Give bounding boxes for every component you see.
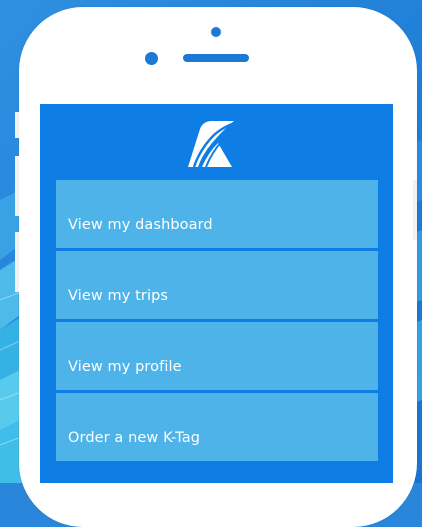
app-screen: View my dashboard View my trips View my … [40,104,393,483]
menu-item-profile[interactable]: View my profile [56,322,378,390]
menu-item-label: View my profile [68,359,182,375]
menu-item-label: Order a new K-Tag [68,430,201,446]
menu-item-trips[interactable]: View my trips [56,251,378,319]
front-camera-icon [211,27,221,37]
menu-item-label: View my dashboard [68,217,213,233]
menu-item-order-ktag[interactable]: Order a new K-Tag [56,393,378,461]
k-logo-icon [188,120,239,167]
sensor-icon [145,52,158,65]
menu-item-dashboard[interactable]: View my dashboard [56,180,378,248]
menu-item-label: View my trips [68,288,169,304]
phone-side-button-left-1 [15,112,19,138]
speaker-grill [183,54,249,62]
phone-side-button-left-2 [15,156,19,216]
phone-side-button-right [413,180,417,240]
phone-side-button-left-3 [15,232,19,292]
